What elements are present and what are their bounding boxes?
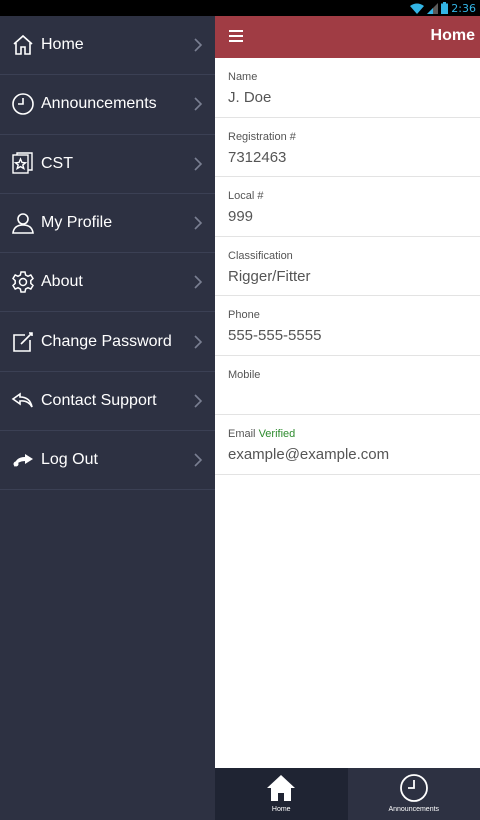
field-local: Local # 999 <box>215 177 480 237</box>
field-label-text: Email <box>228 428 256 440</box>
drawer-item-label: Change Password <box>41 332 172 350</box>
home-icon <box>11 33 35 57</box>
drawer-item-my-profile[interactable]: My Profile <box>0 194 215 254</box>
field-value: 999 <box>228 208 254 225</box>
drawer-item-label: About <box>41 273 83 291</box>
field-label: Classification <box>228 249 293 262</box>
drawer-item-label: Announcements <box>41 95 157 113</box>
reply-icon <box>11 389 35 413</box>
drawer-item-change-password[interactable]: Change Password <box>0 312 215 372</box>
drawer-item-announcements[interactable]: Announcements <box>0 75 215 135</box>
drawer-item-cst[interactable]: CST <box>0 135 215 194</box>
clock-icon <box>11 92 35 116</box>
tab-announcements[interactable]: Announcements <box>348 768 480 820</box>
status-icons: 2:36 <box>410 1 476 15</box>
field-label: Name <box>228 71 258 83</box>
chevron-right-icon <box>193 157 203 171</box>
app-bar: Home <box>215 16 480 58</box>
field-label: Local # <box>228 190 264 202</box>
main-panel: Home Name J. Doe Registration # 7312463 … <box>215 16 480 820</box>
navigation-drawer: Home Announcements CST My Profile About … <box>0 16 215 820</box>
drawer-item-label: Contact Support <box>41 391 157 409</box>
edit-icon <box>11 330 35 354</box>
tab-label: Announcements <box>388 806 440 813</box>
field-value: example@example.com <box>228 446 390 463</box>
field-value: Rigger/Fitter <box>228 267 311 285</box>
chevron-right-icon <box>193 275 203 289</box>
user-icon <box>11 211 35 235</box>
bottom-nav: Home Announcements <box>215 768 480 820</box>
field-mobile: Mobile <box>215 356 480 415</box>
tab-label: Home <box>271 806 291 813</box>
chevron-right-icon <box>193 38 203 52</box>
share-icon <box>11 448 35 472</box>
field-label: Email Verified <box>228 428 295 440</box>
drawer-item-home[interactable]: Home <box>0 16 215 76</box>
drawer-item-label: My Profile <box>41 214 113 232</box>
chevron-right-icon <box>193 453 203 467</box>
field-value: 555-555-5555 <box>228 327 322 344</box>
field-phone: Phone 555-555-5555 <box>215 296 480 356</box>
field-label: Mobile <box>228 368 261 381</box>
drawer-item-log-out[interactable]: Log Out <box>0 431 215 491</box>
tab-home[interactable]: Home <box>215 768 348 820</box>
chevron-right-icon <box>193 216 203 230</box>
chevron-right-icon <box>193 394 203 408</box>
field-label: Phone <box>228 309 260 321</box>
hamburger-icon[interactable] <box>229 29 243 42</box>
verified-badge: Verified <box>258 428 296 440</box>
profile-fields: Name J. Doe Registration # 7312463 Local… <box>215 58 480 475</box>
drawer-item-label: CST <box>41 154 73 172</box>
battery-icon <box>441 2 449 14</box>
field-email: Email Verified example@example.com <box>215 415 480 475</box>
field-classification: Classification Rigger/Fitter <box>215 237 480 296</box>
signal-icon <box>427 2 439 14</box>
home-icon <box>266 773 296 803</box>
drawer-item-about[interactable]: About <box>0 253 215 313</box>
clock-icon <box>399 773 429 803</box>
wifi-icon <box>410 3 425 14</box>
field-value: J. Doe <box>228 89 272 106</box>
star-certificate-icon <box>11 152 35 176</box>
field-label: Registration # <box>228 130 296 143</box>
status-bar: 2:36 <box>0 0 480 16</box>
field-value: 7312463 <box>228 148 287 166</box>
field-registration: Registration # 7312463 <box>215 118 480 177</box>
gear-icon <box>11 270 35 294</box>
field-name: Name J. Doe <box>215 58 480 118</box>
drawer-item-label: Log Out <box>41 451 98 469</box>
chevron-right-icon <box>193 335 203 349</box>
chevron-right-icon <box>193 97 203 112</box>
drawer-item-label: Home <box>41 36 84 54</box>
page-title: Home <box>430 27 475 44</box>
status-time: 2:36 <box>451 1 476 15</box>
drawer-item-contact-support[interactable]: Contact Support <box>0 372 215 432</box>
